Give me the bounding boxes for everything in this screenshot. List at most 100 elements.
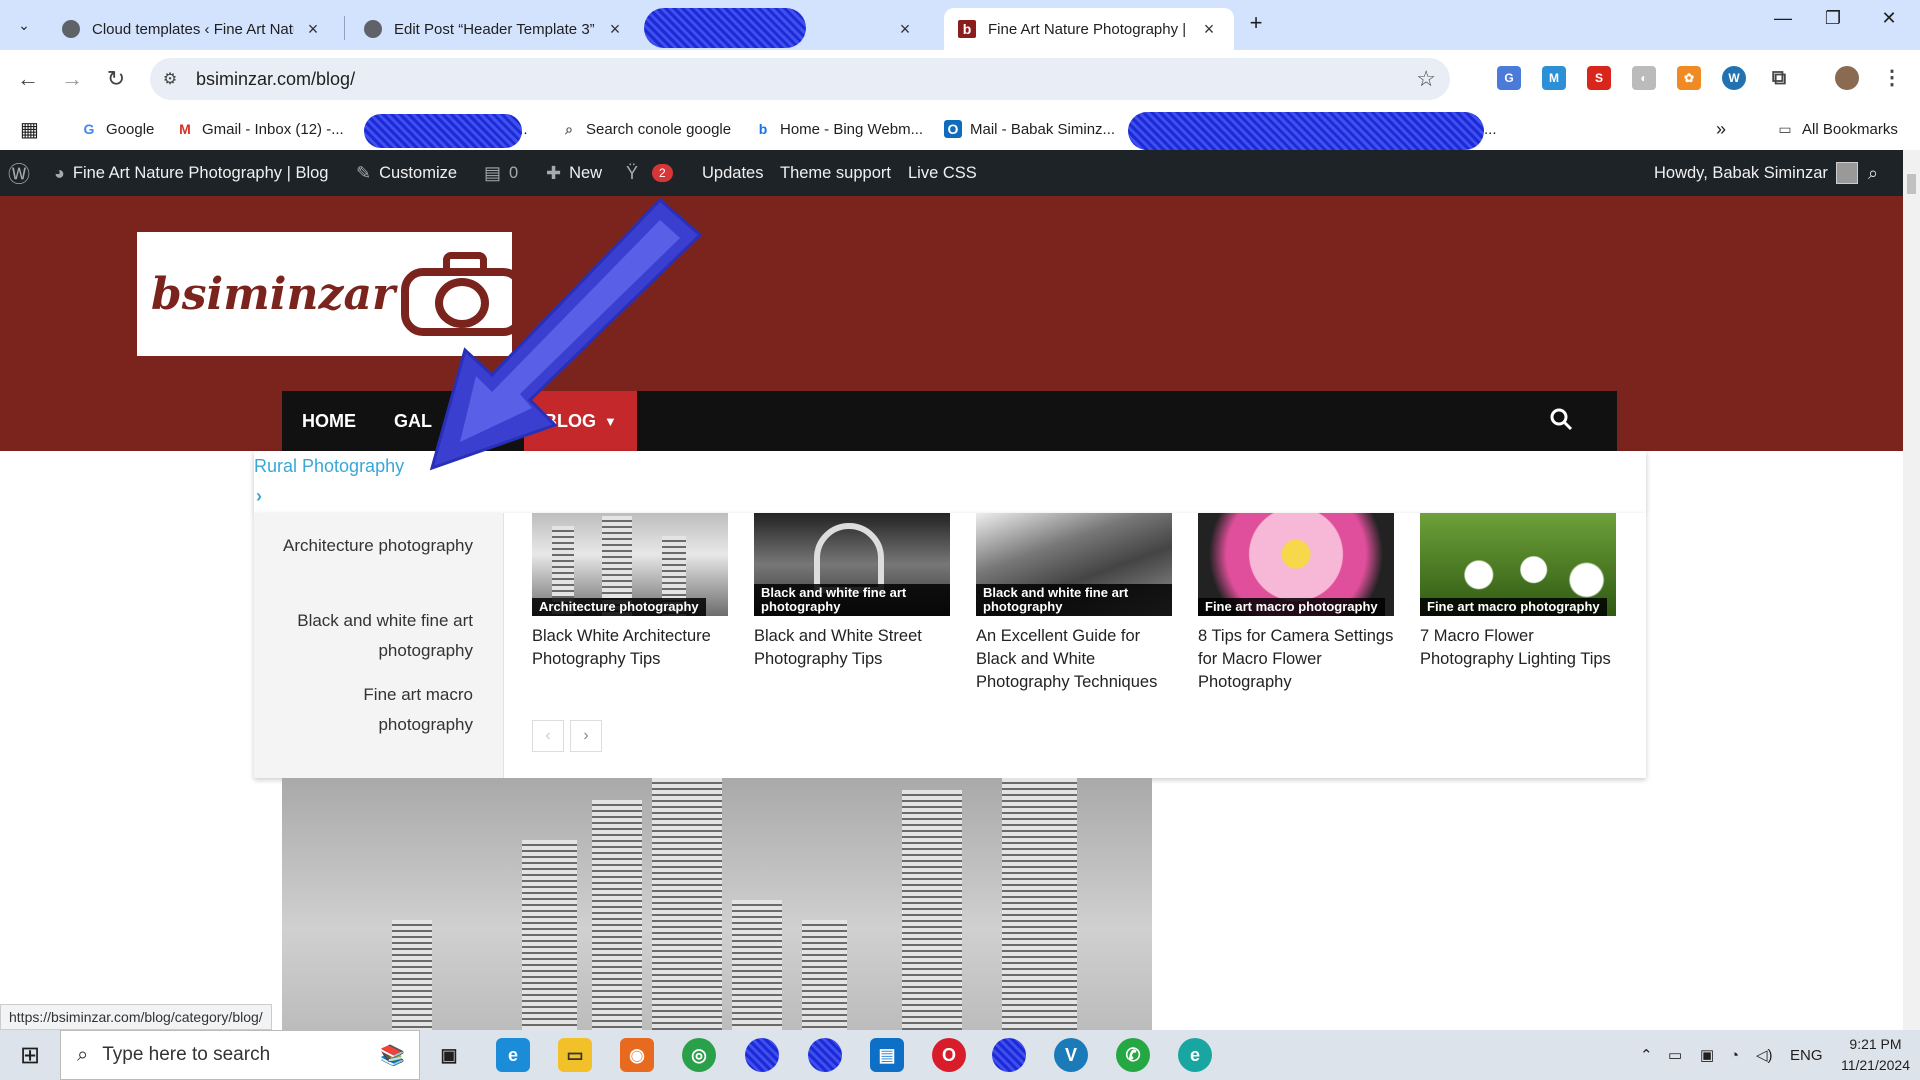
redacted-app-icon[interactable] [992,1038,1026,1072]
restore-icon[interactable]: ❐ [1810,8,1856,29]
tab-title: Edit Post “Header Template 3” ‹ [394,20,596,38]
tray-chevron-icon[interactable]: ⌃ [1640,1030,1653,1080]
language-indicator[interactable]: ENG [1790,1030,1823,1080]
post-title[interactable]: 7 Macro Flower Photography Lighting Tips [1420,625,1616,671]
next-page-button[interactable]: › [570,720,602,752]
post-thumbnail[interactable]: Fine art macro photography [1198,513,1394,616]
store-icon[interactable]: ▤ [870,1038,904,1072]
tab-fine-art-blog[interactable]: b Fine Art Nature Photography | B × [944,8,1234,50]
profile-avatar[interactable] [1835,66,1859,90]
site-favicon-icon: b [958,20,976,38]
category-black-white[interactable]: Black and white fine art photography [273,606,473,666]
post-category-tag[interactable]: Black and white fine art photography [976,584,1172,616]
theme-support-link[interactable]: Theme support [780,150,891,196]
bookmark-star-icon[interactable]: ☆ [1416,66,1436,92]
post-thumbnail[interactable]: Black and white fine art photography [754,513,950,616]
close-tab-icon[interactable]: × [894,19,916,40]
close-tab-icon[interactable]: × [604,19,626,40]
menu-dots-icon[interactable]: ⋮ [1880,66,1904,90]
site-info-icon[interactable]: ⚙ [150,69,190,89]
post-category-tag[interactable]: Fine art macro photography [1198,598,1385,616]
vimeo-icon[interactable]: V [1054,1038,1088,1072]
extension-icon[interactable]: ◐ [1632,66,1656,90]
meet-icon[interactable]: ▣ [1700,1030,1714,1080]
tab-search-button[interactable]: ⌄ [8,9,40,41]
all-bookmarks-folder[interactable]: ▭ All Bookmarks [1776,116,1898,142]
task-view-icon[interactable]: ▣ [432,1038,466,1072]
mega-post[interactable]: Black and white fine art photography An … [976,513,1172,694]
close-window-icon[interactable]: ✕ [1866,8,1912,29]
minimize-icon[interactable]: — [1760,8,1806,29]
battery-icon[interactable]: ▭ [1668,1030,1682,1080]
forward-icon[interactable]: → [56,63,88,95]
live-css-link[interactable]: Live CSS [908,150,977,196]
close-tab-icon[interactable]: × [302,19,324,40]
post-title[interactable]: An Excellent Guide for Black and White P… [976,625,1172,694]
bookmark-redacted[interactable]: ... [1484,116,1497,142]
mega-post[interactable]: Fine art macro photography 8 Tips for Ca… [1198,513,1394,694]
bookmark-gmail[interactable]: M Gmail - Inbox (12) -... [176,116,344,142]
wordpress-extension-icon[interactable]: W [1722,66,1746,90]
wifi-icon[interactable]: ◔ [1730,1030,1739,1080]
prev-page-button[interactable]: ‹ [532,720,564,752]
more-bookmarks-icon[interactable]: » [1716,116,1726,142]
whatsapp-icon[interactable]: ✆ [1116,1038,1150,1072]
post-category-tag[interactable]: Black and white fine art photography [754,584,950,616]
opera-icon[interactable]: O [932,1038,966,1072]
chevron-right-icon[interactable]: › [256,486,262,507]
windows-start-icon[interactable]: ⊞ [0,1030,60,1080]
close-tab-icon[interactable]: × [1198,19,1220,40]
mega-post[interactable]: Fine art macro photography 7 Macro Flowe… [1420,513,1616,671]
firefox-icon[interactable]: ◉ [620,1038,654,1072]
file-explorer-icon[interactable]: ▭ [558,1038,592,1072]
translate-extension-icon[interactable]: G [1497,66,1521,90]
bookmark-outlook[interactable]: O Mail - Babak Siminz... [944,116,1115,142]
wordpress-logo-icon[interactable]: Ⓦ [8,150,38,196]
post-title[interactable]: Black and White Street Photography Tips [754,625,950,671]
dropdown-rural-photography-link[interactable]: Rural Photography [254,456,404,477]
address-bar[interactable]: ⚙ bsiminzar.com/blog/ ☆ [150,58,1450,100]
extension-icon[interactable]: ✿ [1677,66,1701,90]
back-icon[interactable]: ← [12,63,44,95]
app-e-icon[interactable]: e [1178,1038,1212,1072]
scrollbar-thumb[interactable] [1907,174,1916,194]
post-thumbnail[interactable]: Black and white fine art photography [976,513,1172,616]
nav-home[interactable]: HOME [282,391,376,451]
chrome-icon[interactable]: ◎ [682,1038,716,1072]
post-thumbnail[interactable]: Fine art macro photography [1420,513,1616,616]
tab-edit-post[interactable]: Edit Post “Header Template 3” ‹ × [350,8,640,50]
featured-post-image[interactable] [282,778,1152,1030]
redacted-app-icon[interactable] [745,1038,779,1072]
post-thumbnail[interactable]: Architecture photography [532,513,728,616]
taskbar-search-box[interactable]: ⌕ Type here to search 📚 [60,1030,420,1080]
user-account-menu[interactable]: Howdy, Babak Siminzar [1654,150,1858,196]
all-bookmarks-label: All Bookmarks [1802,120,1898,138]
apps-grid-icon[interactable]: ▦ [20,116,39,142]
post-title[interactable]: Black White Architecture Photography Tip… [532,625,728,671]
post-title[interactable]: 8 Tips for Camera Settings for Macro Flo… [1198,625,1394,694]
system-clock[interactable]: 9:21 PM 11/21/2024 [1841,1034,1910,1076]
category-macro[interactable]: Fine art macro photography [273,680,473,740]
mega-post[interactable]: Black and white fine art photography Bla… [754,513,950,671]
tab-cloud-templates[interactable]: Cloud templates ‹ Fine Art Natu × [48,8,338,50]
site-name-link[interactable]: ◕ Fine Art Nature Photography | Blog [54,150,328,196]
post-category-tag[interactable]: Architecture photography [532,598,706,616]
bookmark-google[interactable]: G Google [80,116,155,142]
edge-icon[interactable]: e [496,1038,530,1072]
page-scrollbar[interactable] [1903,150,1920,1030]
bookmark-search-console[interactable]: ⌕ Search conole google [560,116,731,142]
seo-extension-icon[interactable]: S [1587,66,1611,90]
volume-icon[interactable]: ◁) [1756,1030,1773,1080]
post-category-tag[interactable]: Fine art macro photography [1420,598,1607,616]
extensions-puzzle-icon[interactable]: ⧉ [1767,66,1791,90]
url-text[interactable]: bsiminzar.com/blog/ [196,69,355,90]
new-tab-button[interactable]: + [1240,10,1272,42]
category-architecture[interactable]: Architecture photography [273,531,473,561]
site-search-icon[interactable] [1549,407,1573,438]
admin-search-icon[interactable]: ⌕ [1868,150,1886,196]
redacted-app-icon[interactable] [808,1038,842,1072]
bookmark-bing[interactable]: b Home - Bing Webm... [754,116,923,142]
mail-extension-icon[interactable]: M [1542,66,1566,90]
reload-icon[interactable]: ↻ [100,63,132,95]
mega-post[interactable]: Architecture photography Black White Arc… [532,513,728,671]
